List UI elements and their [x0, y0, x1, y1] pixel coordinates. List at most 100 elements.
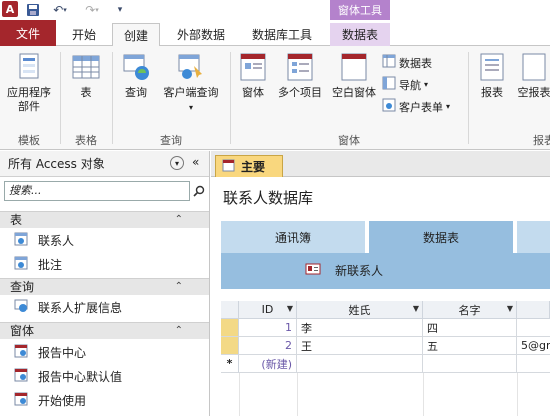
form-button[interactable]: 窗体 — [236, 52, 270, 100]
column-dropdown-icon[interactable]: ▼ — [287, 304, 293, 313]
app-parts-button[interactable]: 应用程序 部件 — [2, 52, 56, 114]
select-all-corner[interactable] — [221, 301, 239, 319]
ribbon-tabs: 文件 开始 创建 外部数据 数据库工具 数据表 — [0, 20, 550, 46]
access-logo-icon: A — [2, 1, 18, 17]
nav-search-input[interactable]: 搜索... — [4, 181, 190, 201]
table-button[interactable]: 表 — [66, 52, 106, 100]
table-icon — [14, 232, 28, 249]
blank-report-button[interactable]: 空报表 — [514, 52, 550, 100]
form-icon — [14, 392, 28, 409]
nav-item-getting-started[interactable]: 开始使用 — [14, 389, 204, 411]
customize-icon[interactable]: ▾ — [114, 1, 126, 19]
new-contact-icon — [305, 263, 321, 278]
nav-item-comments-table[interactable]: 批注 — [14, 253, 204, 275]
nav-menu-dropdown-icon[interactable]: ▾ — [170, 156, 184, 170]
collapse-chevron-icon: ⌃ — [174, 325, 183, 336]
report-button[interactable]: 报表 — [474, 52, 510, 100]
reports-group-label: 报表 — [533, 134, 550, 147]
templates-group-label: 模板 — [18, 134, 40, 147]
new-record-cell[interactable]: (新建) — [239, 355, 297, 373]
tables-group-label: 表格 — [75, 134, 97, 147]
multiple-items-button[interactable]: 多个项目 — [274, 52, 326, 100]
contacts-datasheet: ID▼ 姓氏▼ 名字▼ 1 李 四 2 王 五 5@gm * (新建) — [221, 301, 550, 416]
column-header-more[interactable] — [517, 301, 550, 319]
form-tools-title: 窗体工具 — [330, 0, 390, 20]
title-bar: A ↶ ▾ ↷ ▾ ▾ 窗体工具 — [0, 0, 550, 20]
collapse-chevron-icon: ⌃ — [174, 214, 183, 225]
tab-file[interactable]: 文件 — [0, 20, 56, 46]
tab-more[interactable] — [517, 221, 550, 253]
nav-item-contacts-table[interactable]: 联系人 — [14, 229, 204, 251]
navigation-icon — [382, 76, 396, 93]
form-icon — [14, 368, 28, 385]
document-area: 主要 联系人数据库 通讯簿 数据表 新联系人 ID ▼ 姓氏 ▼ 名字 ▼ 1 李 四… — [211, 151, 550, 416]
nav-pane-header[interactable]: 所有 Access 对象 ▾ « — [0, 151, 209, 177]
new-row-marker[interactable]: * — [221, 355, 239, 373]
table-cell-id[interactable]: 1 — [239, 319, 297, 337]
tab-datasheet[interactable]: 数据表 — [330, 23, 390, 46]
client-forms-button[interactable]: 客户表单 ▾ — [382, 98, 450, 115]
nav-section-tables[interactable]: 表 ⌃ — [0, 211, 209, 228]
column-dropdown-icon[interactable]: ▼ — [413, 304, 419, 313]
page-title: 联系人数据库 — [223, 189, 314, 207]
form-icon — [222, 159, 235, 175]
form-icon — [14, 344, 28, 361]
tab-main-form[interactable]: 主要 — [215, 155, 283, 177]
table-cell-extra[interactable] — [517, 319, 550, 337]
grid-line — [239, 373, 240, 416]
table-cell-first-name[interactable] — [423, 355, 517, 373]
document-tab-bar: 主要 — [211, 151, 550, 177]
datasheet-button[interactable]: 数据表 — [382, 54, 432, 71]
table-cell-id[interactable]: 2 — [239, 337, 297, 355]
nav-item-report-center[interactable]: 报告中心 — [14, 341, 204, 363]
client-forms-icon — [382, 98, 396, 115]
nav-section-forms[interactable]: 窗体 ⌃ — [0, 322, 209, 339]
tab-create[interactable]: 创建 — [112, 23, 160, 46]
redo-icon[interactable]: ↷ ▾ — [80, 1, 104, 19]
group-divider — [468, 52, 469, 144]
row-selector[interactable] — [221, 319, 239, 337]
datasheet-icon — [382, 54, 396, 71]
nav-item-contacts-extended-query[interactable]: 联系人扩展信息 — [14, 296, 204, 318]
query-icon — [14, 299, 28, 316]
save-icon[interactable] — [24, 1, 42, 19]
navigation-pane: 所有 Access 对象 ▾ « 搜索... 表 ⌃ 联系人 批注 查询 ⌃ 联系人… — [0, 151, 210, 416]
tab-datasheet-view[interactable]: 数据表 — [369, 221, 513, 253]
table-cell-first-name[interactable]: 五 — [423, 337, 517, 355]
new-contact-button[interactable]: 新联系人 — [305, 259, 383, 281]
forms-group-label: 窗体 — [338, 134, 360, 147]
tab-database-tools[interactable]: 数据库工具 — [242, 23, 322, 46]
column-header-last-name[interactable]: 姓氏 ▼ — [297, 301, 423, 319]
group-divider — [230, 52, 231, 144]
collapse-pane-icon[interactable]: « — [192, 155, 199, 169]
undo-icon[interactable]: ↶ ▾ — [48, 1, 72, 19]
navigation-button[interactable]: 导航 ▾ — [382, 76, 428, 93]
blank-form-button[interactable]: 空白窗体 — [328, 52, 380, 100]
column-header-first-name[interactable]: 名字 ▼ — [423, 301, 517, 319]
grid-line — [297, 373, 298, 416]
grid-line — [517, 373, 518, 416]
table-cell-last-name[interactable]: 王 — [297, 337, 423, 355]
search-icon[interactable] — [190, 181, 208, 201]
queries-group-label: 查询 — [160, 134, 182, 147]
group-divider — [112, 52, 113, 144]
client-query-button[interactable]: 客户端查询 ▾ — [158, 52, 224, 115]
column-header-id[interactable]: ID ▼ — [239, 301, 297, 319]
tab-external-data[interactable]: 外部数据 — [168, 23, 234, 46]
grid-line — [423, 373, 424, 416]
table-icon — [14, 256, 28, 273]
column-dropdown-icon[interactable]: ▼ — [507, 304, 513, 313]
group-divider — [60, 52, 61, 144]
tab-address-book[interactable]: 通讯簿 — [221, 221, 365, 253]
nav-section-queries[interactable]: 查询 ⌃ — [0, 278, 209, 295]
table-cell-extra[interactable] — [517, 355, 550, 373]
tab-home[interactable]: 开始 — [62, 23, 106, 46]
nav-item-report-center-defaults[interactable]: 报告中心默认值 — [14, 365, 204, 387]
row-selector[interactable] — [221, 337, 239, 355]
table-cell-last-name[interactable] — [297, 355, 423, 373]
table-cell-first-name[interactable]: 四 — [423, 319, 517, 337]
query-button[interactable]: 查询 — [118, 52, 154, 100]
table-cell-last-name[interactable]: 李 — [297, 319, 423, 337]
table-cell-extra[interactable]: 5@gm — [517, 337, 550, 355]
collapse-chevron-icon: ⌃ — [174, 281, 183, 292]
